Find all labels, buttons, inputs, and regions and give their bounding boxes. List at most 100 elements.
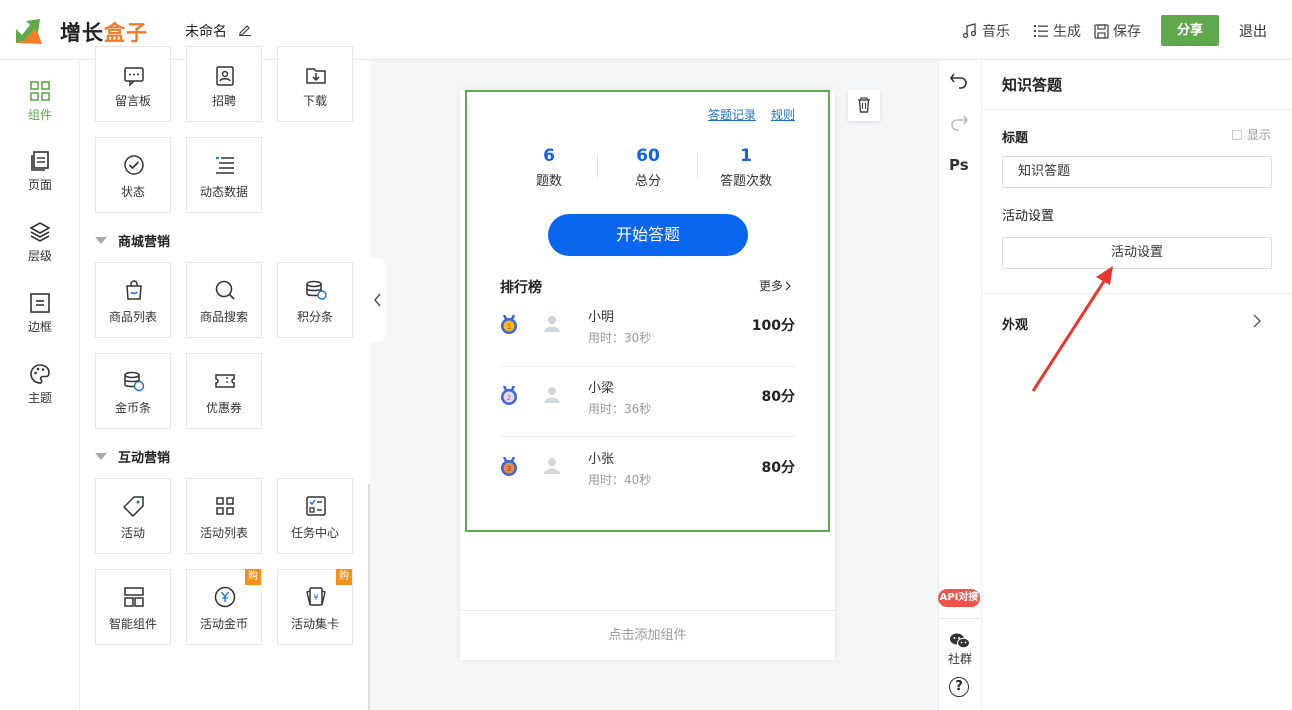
- tile-points-bar[interactable]: 积分条: [277, 262, 353, 338]
- tile-dynamic-data[interactable]: 动态数据: [186, 137, 262, 213]
- layout-icon: [124, 587, 144, 607]
- tile-coupon[interactable]: 优惠券: [186, 353, 262, 429]
- download-icon: [306, 68, 326, 84]
- collapse-triangle-icon: [95, 237, 107, 244]
- more-link[interactable]: 更多: [759, 277, 793, 294]
- tile-activity-card[interactable]: ¥ 活动集卡 购: [277, 569, 353, 645]
- search-icon: [215, 280, 235, 300]
- grid-icon: [216, 497, 234, 515]
- tile-message-board[interactable]: 留言板: [95, 46, 171, 122]
- coin-stack-icon: [124, 371, 145, 392]
- stat-total-score: 60 总分: [634, 146, 661, 189]
- redo-icon[interactable]: [949, 114, 969, 132]
- nav-border[interactable]: 边框: [0, 292, 80, 335]
- database-icon: [306, 280, 327, 300]
- checkbox-icon: [1232, 129, 1242, 140]
- nav-components[interactable]: 组件: [0, 80, 80, 123]
- nav-pages[interactable]: 页面: [0, 150, 80, 193]
- trash-icon: [858, 97, 870, 113]
- buy-badge: 购: [245, 569, 261, 585]
- message-board-icon: [124, 67, 144, 87]
- start-quiz-button[interactable]: 开始答题: [548, 214, 748, 256]
- logo-text: 增长盒子: [60, 21, 148, 45]
- tile-activity-coin[interactable]: 活动金币 购: [186, 569, 262, 645]
- dynamic-data-icon: [216, 157, 234, 174]
- undo-icon[interactable]: [949, 72, 969, 90]
- chevron-left-icon: [374, 293, 381, 307]
- chevron-right-icon[interactable]: [1251, 313, 1263, 329]
- leaderboard-row: 3 小张 用时：40秒 80分: [500, 437, 795, 508]
- chevron-right-icon: [785, 281, 791, 290]
- title-field-label: 标题: [1002, 131, 1029, 146]
- rules-link[interactable]: 规则: [771, 106, 795, 123]
- shopping-bag-icon: [126, 280, 142, 300]
- left-nav: 组件 页面 层级 边框 主题: [0, 60, 80, 710]
- layers-icon: [29, 222, 51, 242]
- buy-badge: 购: [336, 569, 352, 585]
- generate-button[interactable]: 生成: [1033, 21, 1081, 41]
- recruit-icon: [216, 66, 234, 86]
- add-component-bar[interactable]: 点击添加组件: [460, 610, 835, 660]
- nav-layers[interactable]: 层级: [0, 221, 80, 264]
- annotation-arrow: [1031, 266, 1113, 392]
- exit-button[interactable]: 退出: [1239, 21, 1267, 41]
- checklist-icon: [306, 496, 326, 516]
- edit-icon[interactable]: [238, 22, 252, 36]
- show-title-checkbox[interactable]: 显示: [1232, 126, 1271, 143]
- section-interactive-marketing[interactable]: 互动营销: [95, 447, 170, 466]
- leaderboard-row: 2 小梁 用时：36秒 80分: [500, 366, 795, 437]
- divider: [982, 109, 1292, 110]
- svg-text:¥: ¥: [313, 593, 318, 602]
- tile-smart-component[interactable]: 智能组件: [95, 569, 171, 645]
- tile-activity[interactable]: 活动: [95, 478, 171, 554]
- list-icon: [1034, 25, 1048, 37]
- tile-download[interactable]: 下载: [277, 46, 353, 122]
- delete-button[interactable]: [848, 90, 880, 121]
- nav-theme[interactable]: 主题: [0, 363, 80, 406]
- ps-button[interactable]: Ps: [949, 156, 969, 174]
- tag-icon: [123, 496, 144, 517]
- border-icon: [30, 293, 50, 313]
- tile-product-search[interactable]: 商品搜索: [186, 262, 262, 338]
- coupon-icon: [215, 374, 235, 388]
- wechat-icon: [950, 633, 970, 649]
- api-badge[interactable]: API对接: [938, 589, 980, 607]
- collapse-triangle-icon: [95, 453, 107, 460]
- cards-icon: ¥: [306, 587, 326, 606]
- tile-product-list[interactable]: 商品列表: [95, 262, 171, 338]
- tile-activity-list[interactable]: 活动列表: [186, 478, 262, 554]
- avatar: [544, 458, 560, 474]
- share-button[interactable]: 分享: [1161, 15, 1219, 46]
- section-mall-marketing[interactable]: 商城营销: [95, 231, 170, 250]
- document-name[interactable]: 未命名: [185, 21, 227, 41]
- bronze-medal-icon: 3: [501, 457, 517, 476]
- save-icon: [1094, 23, 1109, 39]
- logo-icon: [16, 19, 42, 44]
- panel-title: 知识答题: [1002, 76, 1063, 94]
- gold-medal-icon: 1: [501, 315, 517, 334]
- save-button[interactable]: 保存: [1094, 21, 1141, 41]
- tile-recruit[interactable]: 招聘: [186, 46, 262, 122]
- palette-icon: [30, 364, 50, 384]
- music-button[interactable]: 音乐: [962, 21, 1010, 41]
- check-circle-icon: [124, 155, 144, 175]
- tile-task-center[interactable]: 任务中心: [277, 478, 353, 554]
- svg-text:2: 2: [507, 394, 511, 402]
- avatar: [544, 387, 560, 403]
- leaderboard-title: 排行榜: [500, 280, 542, 296]
- help-button[interactable]: ?: [949, 677, 969, 697]
- tile-status[interactable]: 状态: [95, 137, 171, 213]
- yen-coin-icon: [214, 586, 236, 608]
- tile-coin-bar[interactable]: 金币条: [95, 353, 171, 429]
- collapse-panel-button[interactable]: [370, 258, 386, 342]
- svg-text:1: 1: [507, 323, 511, 331]
- stat-question-count: 6 题数: [535, 146, 562, 189]
- title-input[interactable]: 知识答题: [1002, 156, 1272, 188]
- music-icon: [962, 23, 977, 39]
- leaderboard-row: 1 小明 用时：30秒 100分: [500, 295, 795, 366]
- appearance-section[interactable]: 外观: [1002, 314, 1028, 333]
- community-button[interactable]: 社群: [938, 632, 982, 667]
- quiz-records-link[interactable]: 答题记录: [708, 106, 756, 123]
- svg-text:3: 3: [507, 465, 511, 473]
- silver-medal-icon: 2: [501, 386, 517, 405]
